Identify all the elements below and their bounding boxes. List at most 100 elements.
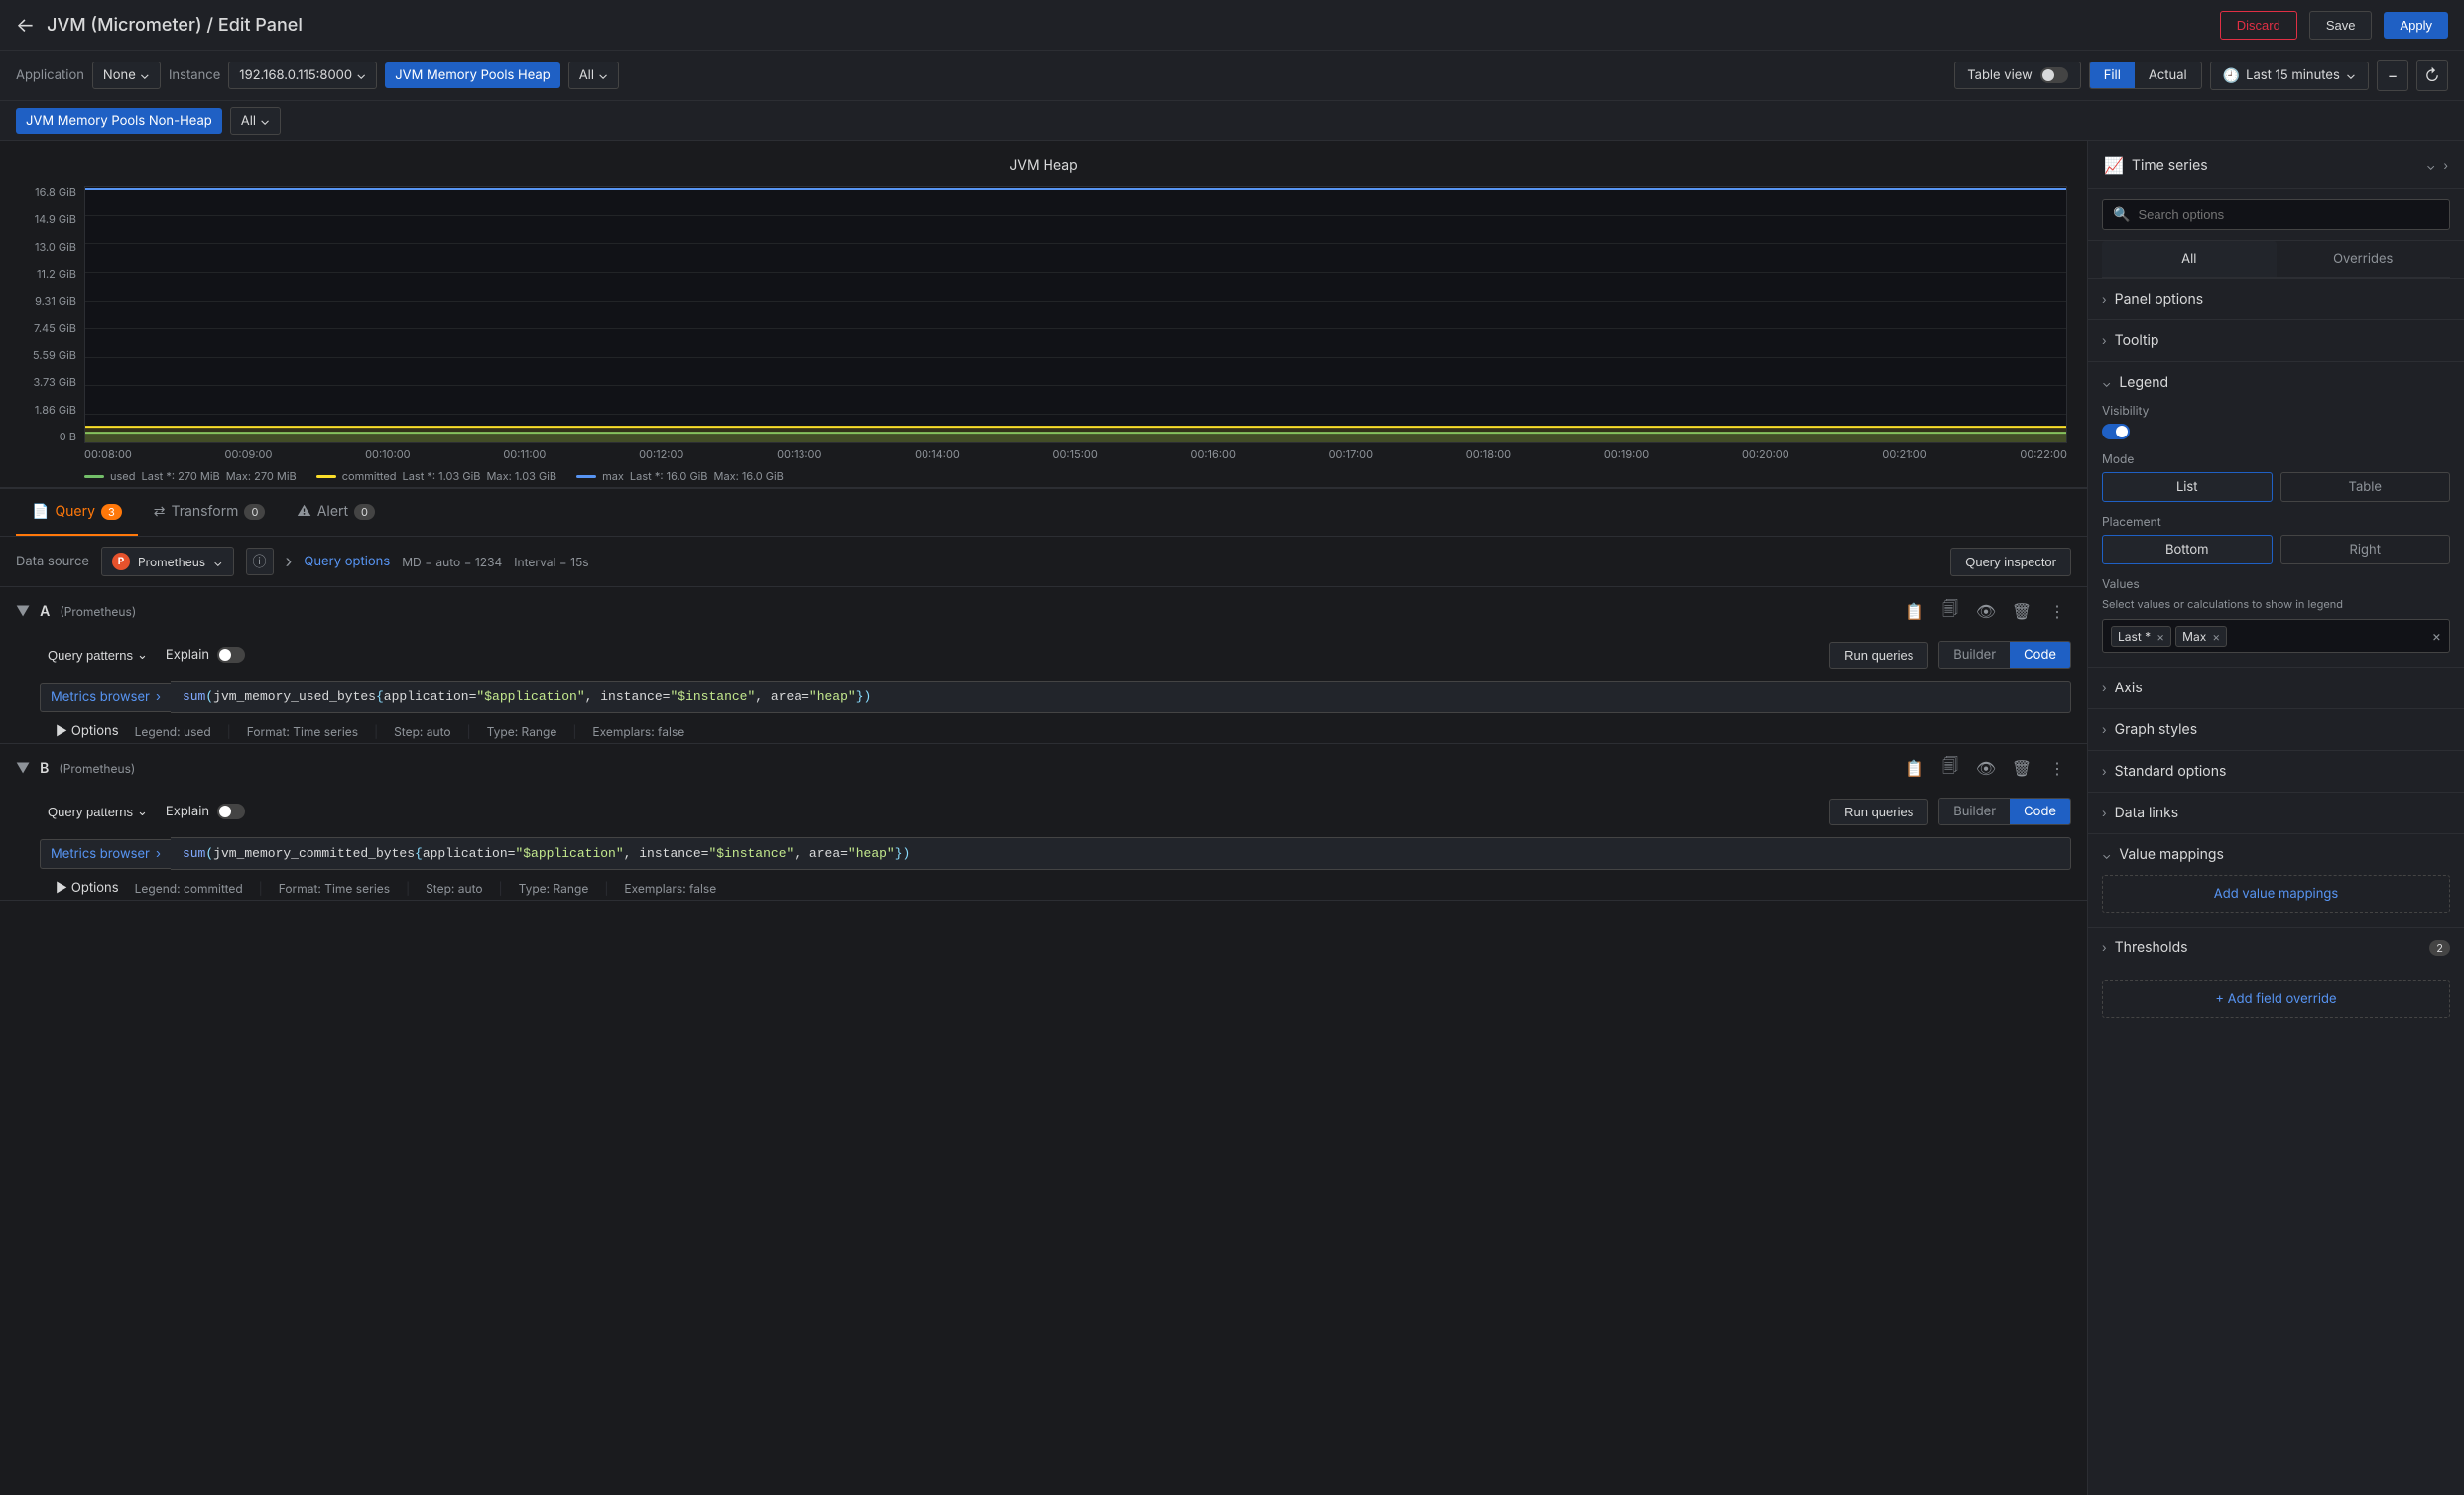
copy-query-b-button[interactable]: 📋 [1901, 754, 1928, 782]
section-legend[interactable]: ⌄ Legend [2088, 361, 2464, 403]
visibility-toggle[interactable] [2102, 424, 2130, 439]
delete-query-b-button[interactable]: 🗑 [2008, 754, 2035, 782]
metrics-browser-b-button[interactable]: Metrics browser › [40, 839, 171, 869]
explain-label-b: Explain [166, 804, 209, 819]
x-axis-label: 00:11:00 [503, 447, 546, 461]
section-tooltip[interactable]: › Tooltip [2088, 319, 2464, 361]
memory-pools-nonheap-dropdown[interactable]: All ⌄ [230, 107, 281, 135]
explain-toggle-b: Explain [166, 804, 245, 819]
toggle-visibility-b-button[interactable]: 👁 [1972, 754, 2000, 782]
code-b-button[interactable]: Code [2010, 799, 2070, 824]
legend-chevron: ⌄ [2102, 375, 2111, 390]
options-label-b: Options [71, 880, 119, 896]
panel-type-header[interactable]: 📈 Time series ⌄ › [2088, 141, 2464, 189]
builder-b-button[interactable]: Builder [1939, 799, 2010, 824]
explain-toggle-b-switch[interactable] [217, 804, 245, 819]
duplicate-query-b-button[interactable]: 🗐 [1936, 754, 1964, 782]
section-graph-styles[interactable]: › Graph styles [2088, 708, 2464, 750]
run-queries-b-button[interactable]: Run queries [1829, 799, 1928, 825]
legend-color [576, 475, 596, 478]
thresholds-title: Thresholds [2115, 939, 2422, 956]
legend-last: Last *: 16.0 GiB [630, 469, 708, 483]
duplicate-query-a-button[interactable]: 🗐 [1936, 597, 1964, 625]
chip-last-close[interactable]: × [2156, 629, 2164, 644]
section-value-mappings[interactable]: ⌄ Value mappings [2088, 833, 2464, 875]
tab-alert[interactable]: ⚠ Alert 0 [281, 489, 391, 536]
instance-dropdown[interactable]: 192.168.0.115:8000 ⌄ [228, 62, 377, 89]
search-input[interactable] [2138, 207, 2439, 222]
more-options-a-button[interactable]: ⋮ [2043, 597, 2071, 625]
table-view-toggle[interactable]: Table view [1954, 62, 2081, 89]
query-expression-a: sum(jvm_memory_used_bytes{application="$… [183, 689, 871, 704]
y-axis-label: 3.73 GiB [33, 375, 76, 389]
copy-query-a-button[interactable]: 📋 [1901, 597, 1928, 625]
format-b: Format: Time series [279, 881, 390, 896]
code-a-button[interactable]: Code [2010, 642, 2070, 668]
query-patterns-b-button[interactable]: Query patterns ⌄ [40, 800, 156, 823]
chip-max-close[interactable]: × [2212, 629, 2220, 644]
add-value-mappings-button[interactable]: Add value mappings [2102, 875, 2450, 913]
add-field-override-button[interactable]: + Add field override [2102, 980, 2450, 1018]
table-view-dot[interactable] [2040, 67, 2068, 83]
datasource-select[interactable]: P Prometheus ⌄ [101, 547, 234, 576]
zoom-out-button[interactable]: − [2377, 60, 2408, 91]
section-axis[interactable]: › Axis [2088, 667, 2464, 708]
options-toggle-b[interactable]: ► Options [56, 880, 119, 896]
y-axis-label: 14.9 GiB [35, 212, 76, 226]
metrics-browser-a-button[interactable]: Metrics browser › [40, 683, 171, 712]
section-data-links[interactable]: › Data links [2088, 792, 2464, 833]
x-axis: 00:08:0000:09:0000:10:0000:11:0000:12:00… [20, 443, 2067, 461]
query-options-link[interactable]: Query options [304, 554, 390, 569]
collapse-b-button[interactable]: ▼ [16, 760, 30, 777]
explain-toggle-a-switch[interactable] [217, 647, 245, 663]
values-multiselect[interactable]: Last * × Max × × [2102, 619, 2450, 653]
more-options-b-button[interactable]: ⋮ [2043, 754, 2071, 782]
memory-pools-heap-dropdown[interactable]: All ⌄ [568, 62, 619, 89]
right-panel: 📈 Time series ⌄ › 🔍 All Overrides › Pane… [2087, 141, 2464, 1495]
fill-actual-toggle[interactable]: Fill Actual [2089, 62, 2202, 89]
explain-toggle-a: Explain [166, 647, 245, 663]
time-range-button[interactable]: 🕘 Last 15 minutes ⌄ [2210, 62, 2369, 90]
section-thresholds[interactable]: › Thresholds 2 [2088, 927, 2464, 968]
section-standard-options[interactable]: › Standard options [2088, 750, 2464, 792]
section-panel-options[interactable]: › Panel options [2088, 278, 2464, 319]
query-patterns-a-button[interactable]: Query patterns ⌄ [40, 643, 156, 667]
fill-button[interactable]: Fill [2090, 62, 2135, 88]
values-desc: Select values or calculations to show in… [2102, 597, 2450, 611]
memory-pools-heap-chip[interactable]: JVM Memory Pools Heap [385, 62, 559, 88]
visibility-label: Visibility [2102, 403, 2450, 418]
tooltip-title: Tooltip [2115, 332, 2450, 349]
tab-query[interactable]: 📄 Query 3 [16, 489, 138, 536]
apply-button[interactable]: Apply [2384, 12, 2448, 39]
legend-title: Legend [2119, 374, 2450, 391]
placement-right-button[interactable]: Right [2280, 535, 2451, 564]
actual-button[interactable]: Actual [2135, 62, 2201, 88]
collapse-a-button[interactable]: ▼ [16, 603, 30, 620]
search-wrap[interactable]: 🔍 [2102, 199, 2450, 230]
delete-query-a-button[interactable]: 🗑 [2008, 597, 2035, 625]
application-dropdown[interactable]: None ⌄ [92, 62, 161, 89]
query-inspector-button[interactable]: Query inspector [1950, 548, 2071, 576]
discard-button[interactable]: Discard [2220, 11, 2297, 40]
mode-table-button[interactable]: Table [2280, 472, 2451, 502]
mode-list-button[interactable]: List [2102, 472, 2273, 502]
back-icon[interactable]: ← [16, 13, 35, 37]
info-icon-button[interactable]: ⓘ [246, 548, 274, 575]
save-button[interactable]: Save [2309, 11, 2373, 40]
options-toggle-a[interactable]: ► Options [56, 723, 119, 739]
mode-label: Mode [2102, 451, 2450, 466]
memory-pools-nonheap-chip[interactable]: JVM Memory Pools Non-Heap [16, 108, 222, 134]
query-input-a[interactable]: sum(jvm_memory_used_bytes{application="$… [171, 681, 2071, 713]
run-queries-a-button[interactable]: Run queries [1829, 642, 1928, 669]
builder-a-button[interactable]: Builder [1939, 642, 2010, 668]
tab-overrides[interactable]: Overrides [2277, 241, 2451, 277]
tab-transform[interactable]: ⇄ Transform 0 [138, 489, 282, 536]
refresh-button[interactable]: ↻ [2416, 60, 2448, 91]
clear-all-values-button[interactable]: × [2432, 628, 2441, 645]
query-input-b[interactable]: sum(jvm_memory_committed_bytes{applicati… [171, 837, 2071, 870]
tab-all[interactable]: All [2102, 241, 2277, 277]
toggle-visibility-a-button[interactable]: 👁 [1972, 597, 2000, 625]
placement-bottom-button[interactable]: Bottom [2102, 535, 2273, 564]
chart-area: JVM Heap 16.8 GiB14.9 GiB13.0 GiB11.2 Gi… [0, 141, 2087, 1495]
legend-last: Last *: 1.03 GiB [403, 469, 481, 483]
